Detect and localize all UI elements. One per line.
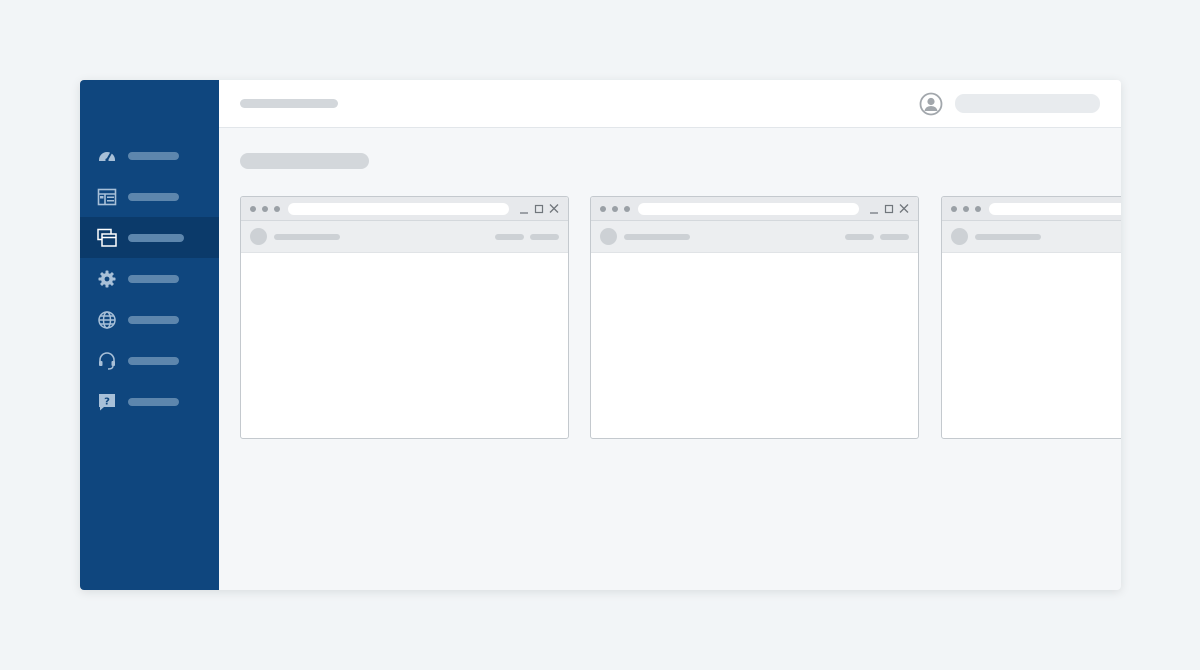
- window-toolbar: [591, 221, 918, 253]
- sidebar-item-label: [128, 274, 179, 283]
- window-dot: [274, 206, 280, 212]
- sidebar-item-settings[interactable]: [80, 258, 219, 299]
- window-toolbar: [241, 221, 568, 253]
- windows-stack-icon: [96, 227, 118, 249]
- gear-icon: [96, 268, 118, 290]
- window-dot: [975, 206, 981, 212]
- app-window: ?: [80, 80, 1121, 590]
- avatar: [600, 228, 617, 245]
- sidebar-item-label: [128, 233, 184, 242]
- window-titlebar[interactable]: [241, 197, 568, 221]
- user-name-placeholder[interactable]: [955, 94, 1100, 113]
- sidebar-item-help[interactable]: ?: [80, 381, 219, 422]
- sidebar-item-dashboard[interactable]: [80, 135, 219, 176]
- window-dot: [963, 206, 969, 212]
- sidebar-item-label: [128, 192, 179, 201]
- window-dot: [250, 206, 256, 212]
- window-dot: [600, 206, 606, 212]
- avatar: [250, 228, 267, 245]
- sidebar-item-layout[interactable]: [80, 176, 219, 217]
- svg-text:?: ?: [104, 396, 110, 407]
- window-toolbar: [942, 221, 1121, 253]
- main-content: [219, 80, 1121, 590]
- help-chat-icon: ?: [96, 391, 118, 413]
- sidebar-item-label: [128, 151, 179, 160]
- section-heading-placeholder: [240, 153, 369, 169]
- sidebar-item-globe[interactable]: [80, 299, 219, 340]
- window-titlebar[interactable]: [942, 197, 1121, 221]
- window-titlebar[interactable]: [591, 197, 918, 221]
- toolbar-button[interactable]: [880, 234, 909, 240]
- browser-window-card[interactable]: [240, 196, 569, 439]
- top-bar: [219, 80, 1121, 128]
- browser-window-card[interactable]: [590, 196, 919, 439]
- headset-icon: [96, 350, 118, 372]
- url-bar[interactable]: [288, 203, 509, 215]
- url-bar[interactable]: [638, 203, 859, 215]
- sidebar-item-label: [128, 356, 179, 365]
- user-avatar-icon[interactable]: [919, 92, 943, 116]
- avatar: [951, 228, 968, 245]
- page-title-placeholder: [240, 99, 338, 108]
- toolbar-button[interactable]: [845, 234, 874, 240]
- maximize-icon[interactable]: [883, 202, 895, 215]
- sidebar-item-label: [128, 397, 179, 406]
- window-dot: [262, 206, 268, 212]
- window-title-placeholder: [624, 234, 690, 240]
- layout-grid-icon: [96, 186, 118, 208]
- sidebar-item-label: [128, 315, 179, 324]
- dashboard-gauge-icon: [96, 145, 118, 167]
- sidebar: ?: [80, 80, 219, 590]
- toolbar-button[interactable]: [495, 234, 524, 240]
- sidebar-item-windows[interactable]: [80, 217, 219, 258]
- globe-icon: [96, 309, 118, 331]
- window-dot: [624, 206, 630, 212]
- toolbar-button[interactable]: [530, 234, 559, 240]
- close-icon[interactable]: [548, 202, 560, 215]
- window-dot: [612, 206, 618, 212]
- minimize-icon[interactable]: [518, 202, 530, 215]
- window-title-placeholder: [274, 234, 340, 240]
- url-bar[interactable]: [989, 203, 1121, 215]
- maximize-icon[interactable]: [533, 202, 545, 215]
- window-title-placeholder: [975, 234, 1041, 240]
- close-icon[interactable]: [898, 202, 910, 215]
- window-dot: [951, 206, 957, 212]
- minimize-icon[interactable]: [868, 202, 880, 215]
- sidebar-item-support[interactable]: [80, 340, 219, 381]
- browser-window-card[interactable]: [941, 196, 1121, 439]
